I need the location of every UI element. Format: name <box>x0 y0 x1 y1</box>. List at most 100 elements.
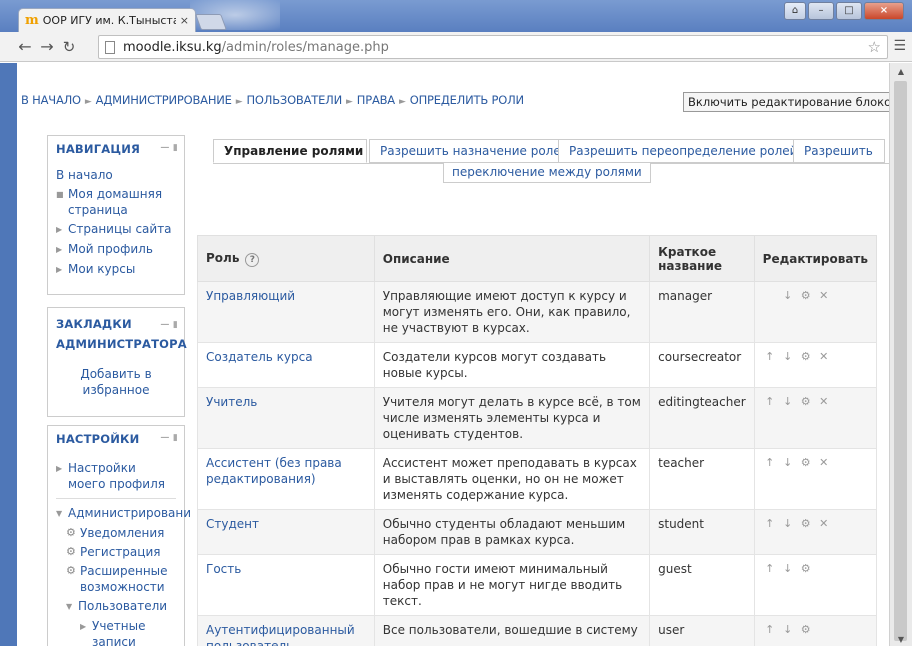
role-name-link[interactable]: Гость <box>197 554 375 616</box>
block-controls-icon[interactable]: — ▮ <box>160 315 178 335</box>
page-content: В НАЧАЛО ► АДМИНИСТРИРОВАНИЕ ► ПОЛЬЗОВАТЕЛИ ►… <box>17 63 889 646</box>
minimize-icon[interactable]: – <box>808 2 834 20</box>
nav-item-my-courses[interactable]: ▶ Мои курсы <box>56 261 176 278</box>
breadcrumb-users[interactable]: ПОЛЬЗОВАТЕЛИ <box>246 93 342 107</box>
tab-close-icon[interactable]: × <box>180 14 189 27</box>
block-controls-icon[interactable]: — ▮ <box>160 433 178 443</box>
arrow-down-icon[interactable]: ↓ <box>781 349 795 365</box>
role-name-link[interactable]: Создатель курса <box>197 342 375 388</box>
role-name-link[interactable]: Студент <box>197 509 375 555</box>
settings-item-notifications[interactable]: ⚙ Уведомления <box>56 525 176 541</box>
nav-item-label: Моя домашняя страница <box>68 187 163 217</box>
browser-tab[interactable]: m ООР ИГУ им. К.Тыныстан × <box>18 8 196 32</box>
browser-toolbar: ← → ↻ moodle.iksu.kg/admin/roles/manage.… <box>0 32 912 62</box>
role-description: Ассистент может преподавать в курсах и в… <box>373 448 651 510</box>
settings-item-registration[interactable]: ⚙ Регистрация <box>56 544 176 560</box>
table-row: Создатель курса Создатели курсов могут со… <box>197 342 878 388</box>
breadcrumb-separator-icon: ► <box>346 97 353 107</box>
tab-allow-switch[interactable]: Разрешить <box>793 139 885 163</box>
arrow-down-icon[interactable]: ↓ <box>781 561 795 577</box>
breadcrumb-separator-icon: ► <box>398 97 406 107</box>
nav-item-label: Мои курсы <box>68 262 136 276</box>
nav-item-dashboard[interactable]: ■ Моя домашняя страница <box>56 186 176 218</box>
arrow-up-icon[interactable]: ↑ <box>763 622 777 638</box>
gear-icon[interactable]: ⚙ <box>799 288 813 304</box>
block-controls-icon[interactable]: — ▮ <box>160 143 178 153</box>
gear-icon[interactable]: ⚙ <box>799 561 813 577</box>
arrow-up-icon[interactable]: ↑ <box>763 394 777 410</box>
maximize-icon[interactable]: □ <box>836 2 862 20</box>
gear-icon[interactable]: ⚙ <box>799 622 813 638</box>
arrow-up-icon[interactable]: ↑ <box>763 455 777 471</box>
role-short-name: user <box>649 615 755 646</box>
gear-icon[interactable]: ⚙ <box>799 516 813 532</box>
vertical-scrollbar[interactable]: ▲ ▼ <box>889 63 912 646</box>
settings-item-advanced-features[interactable]: ⚙ Расширенные возможности <box>56 563 176 595</box>
gear-icon[interactable]: ⚙ <box>799 349 813 365</box>
role-edit-actions: ↑ ↓ ⚙ ✕ <box>753 387 878 449</box>
forward-arrow-icon[interactable]: → <box>36 37 58 56</box>
role-description: Обычно гости имеют минимальный набор пра… <box>373 554 651 616</box>
nav-item-site-pages[interactable]: ▶ Страницы сайта <box>56 221 176 238</box>
arrow-up-icon[interactable]: ↑ <box>763 516 777 532</box>
user-profile-icon[interactable]: ⌂ <box>784 2 806 20</box>
table-row: Учитель Учителя могут делать в курсе всё,… <box>197 387 878 449</box>
delete-icon[interactable]: ✕ <box>817 455 831 471</box>
edit-blocks-button[interactable]: Включить редактирование блоков <box>683 92 889 112</box>
settings-item-profile[interactable]: ▶ Настройки моего профиля <box>56 460 176 492</box>
role-name-link[interactable]: Учитель <box>197 387 375 449</box>
settings-item-label: Администрировани <box>68 506 192 520</box>
browser-titlebar: m ООР ИГУ им. К.Тыныстан × ⌂ – □ × <box>0 0 912 32</box>
settings-item-administration[interactable]: ▼ Администрировани <box>56 505 191 522</box>
expand-arrow-icon: ▶ <box>56 464 63 473</box>
column-header-role[interactable]: Роль? <box>197 235 375 282</box>
browser-menu-icon[interactable]: ☰ <box>893 38 906 54</box>
breadcrumb-administration[interactable]: АДМИНИСТРИРОВАНИЕ <box>96 93 232 107</box>
scrollbar-thumb[interactable] <box>894 81 907 641</box>
breadcrumb-home[interactable]: В НАЧАЛО <box>21 93 81 107</box>
address-bar[interactable]: moodle.iksu.kg/admin/roles/manage.php ☆ <box>98 35 888 59</box>
delete-icon[interactable]: ✕ <box>817 349 831 365</box>
delete-icon[interactable]: ✕ <box>817 288 831 304</box>
breadcrumb-permissions[interactable]: ПРАВА <box>357 93 395 107</box>
arrow-down-icon[interactable]: ↓ <box>781 516 795 532</box>
delete-icon[interactable]: ✕ <box>817 516 831 532</box>
help-icon[interactable]: ? <box>245 252 260 267</box>
arrow-up-icon[interactable]: ↑ <box>763 561 777 577</box>
arrow-down-icon[interactable]: ↓ <box>781 394 795 410</box>
arrow-down-icon[interactable]: ↓ <box>781 288 795 304</box>
bookmark-star-icon[interactable]: ☆ <box>868 38 881 56</box>
settings-item-users[interactable]: ▼ Пользователи <box>56 598 176 615</box>
roles-table: Роль? Описание Краткое название Редактир… <box>197 235 878 646</box>
back-arrow-icon[interactable]: ← <box>14 37 36 56</box>
settings-item-accounts[interactable]: ▶ Учетные записи <box>56 618 176 646</box>
role-name-link[interactable]: Аутентифицированный пользователь <box>197 615 375 646</box>
gear-icon: ⚙ <box>66 545 76 558</box>
nav-item-label: Мой профиль <box>68 242 153 256</box>
arrow-down-icon[interactable]: ↓ <box>781 622 795 638</box>
delete-icon[interactable]: ✕ <box>817 394 831 410</box>
arrow-up-icon[interactable]: ↑ <box>763 349 777 365</box>
role-name-link[interactable]: Управляющий <box>197 281 375 343</box>
settings-item-label: Уведомления <box>80 526 165 540</box>
gear-icon[interactable]: ⚙ <box>799 394 813 410</box>
tab-allow-override[interactable]: Разрешить переопределение ролей <box>558 139 797 163</box>
add-bookmark-link[interactable]: Добавить в избранное <box>56 360 176 404</box>
role-name-link[interactable]: Ассистент (без права редактирования) <box>197 448 375 510</box>
table-row: Студент Обычно студенты обладают меньшим … <box>197 509 878 555</box>
scroll-down-arrow-icon[interactable]: ▼ <box>890 635 912 644</box>
tab-allow-switch-continued[interactable]: переключение между ролями <box>443 163 651 183</box>
gear-icon[interactable]: ⚙ <box>799 455 813 471</box>
nav-home-link[interactable]: В начало <box>56 168 176 182</box>
reload-icon[interactable]: ↻ <box>58 38 80 56</box>
breadcrumb-define-roles[interactable]: ОПРЕДЕЛИТЬ РОЛИ <box>410 93 524 107</box>
new-tab-button[interactable] <box>195 14 227 30</box>
bullet-icon: ■ <box>56 190 64 199</box>
scroll-up-arrow-icon[interactable]: ▲ <box>890 67 912 76</box>
tab-allow-assign[interactable]: Разрешить назначение ролей <box>369 139 569 163</box>
table-row: Гость Обычно гости имеют минимальный набо… <box>197 554 878 616</box>
window-close-icon[interactable]: × <box>864 2 904 20</box>
arrow-down-icon[interactable]: ↓ <box>781 455 795 471</box>
nav-item-my-profile[interactable]: ▶ Мой профиль <box>56 241 176 258</box>
tab-manage-roles[interactable]: Управление ролями <box>213 139 367 163</box>
